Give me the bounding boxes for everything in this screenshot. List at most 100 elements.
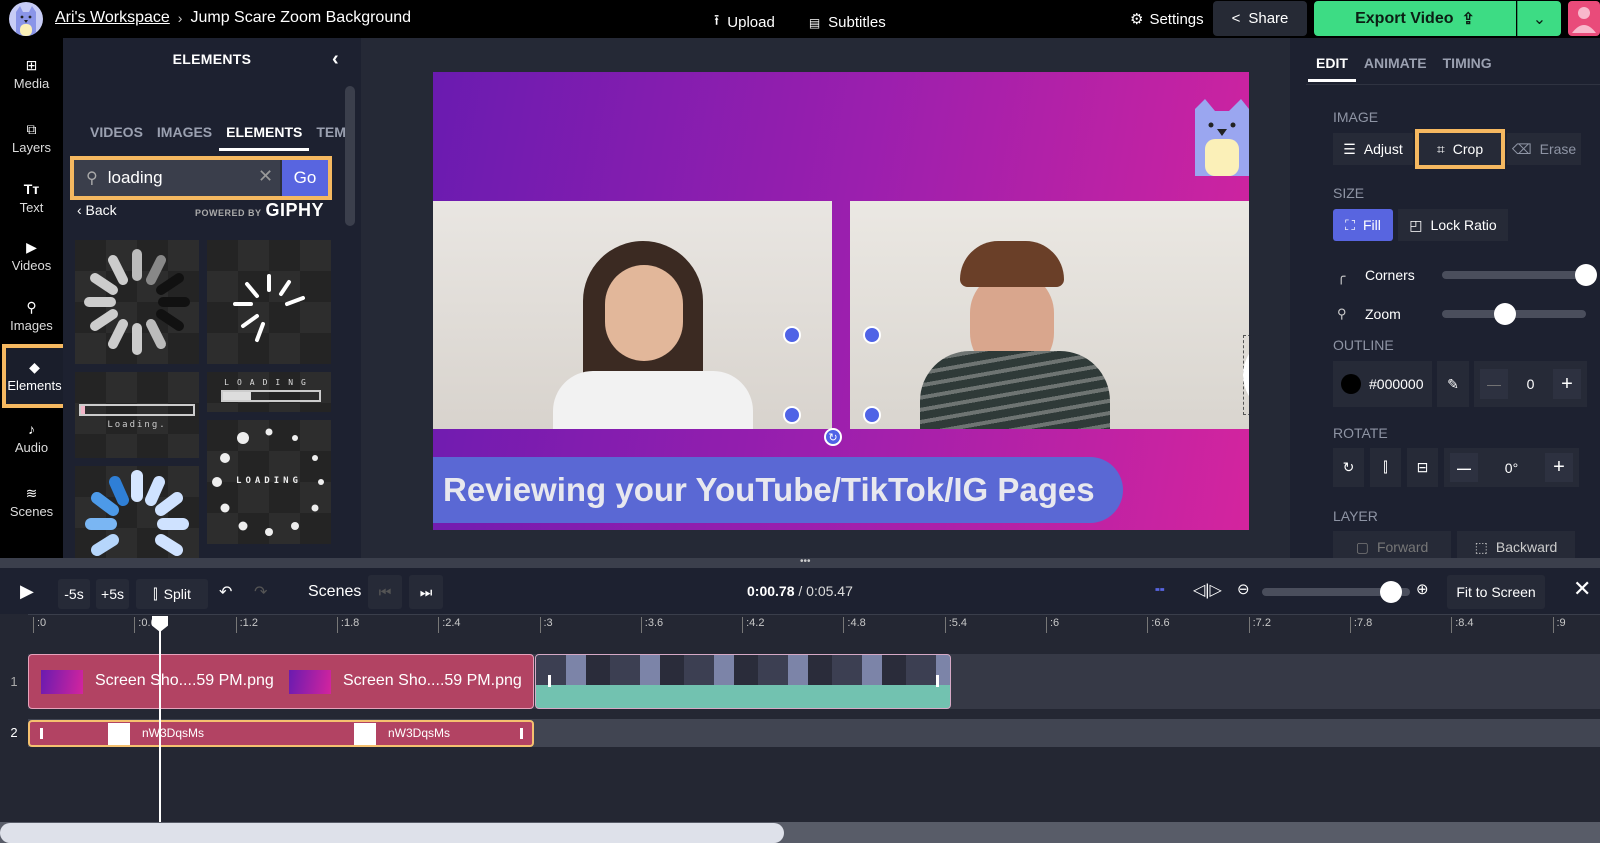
tab-images[interactable]: IMAGES bbox=[150, 124, 219, 151]
result-gray-spinner[interactable] bbox=[75, 240, 199, 364]
skip-back-5s-button[interactable]: -5s bbox=[58, 579, 90, 609]
result-loading-bar-white[interactable]: LOADING bbox=[207, 372, 331, 412]
nav-audio[interactable]: ♪ Audio bbox=[0, 410, 63, 466]
trim-handle-right[interactable] bbox=[936, 675, 939, 687]
tab-timing[interactable]: TIMING bbox=[1435, 55, 1500, 82]
split-view-toggle[interactable]: ◁|▷ bbox=[1193, 580, 1222, 600]
nav-images[interactable]: ⚲ Images bbox=[0, 288, 63, 344]
next-scene-button[interactable]: ⏭ bbox=[409, 575, 443, 609]
rotate-decrease-button[interactable]: — bbox=[1450, 453, 1478, 482]
image-clip[interactable]: Screen Sho....59 PM.png Screen Sho....59… bbox=[28, 654, 534, 709]
share-button[interactable]: < Share bbox=[1213, 1, 1307, 36]
tab-elements[interactable]: ELEMENTS bbox=[219, 124, 310, 151]
video-canvas[interactable]: Reviewing your YouTube/TikTok/IG Pages ↻ bbox=[433, 72, 1249, 530]
resize-handle-top-left[interactable] bbox=[783, 326, 801, 344]
scrollbar-thumb[interactable] bbox=[0, 823, 784, 843]
tab-videos[interactable]: VIDEOS bbox=[83, 124, 150, 151]
trim-handle-left[interactable] bbox=[40, 728, 43, 739]
prev-scene-button[interactable]: ⏮ bbox=[368, 575, 402, 609]
timeline-ruler[interactable]: :0:0.6:1.2:1.8:2.4:3:3.6:4.2:4.8:5.4:6:6… bbox=[28, 614, 1600, 636]
close-icon: ✕ bbox=[1573, 576, 1592, 601]
redo-icon: ↷ bbox=[254, 584, 268, 601]
nav-elements[interactable]: ◆ Elements bbox=[2, 344, 67, 408]
corners-slider[interactable] bbox=[1442, 271, 1586, 279]
nav-text[interactable]: Tт Text bbox=[0, 170, 63, 226]
panel-scrollbar[interactable] bbox=[345, 86, 355, 226]
eyedropper-button[interactable]: ✎ bbox=[1437, 361, 1469, 407]
zoom-in-button[interactable]: ⊕ bbox=[1416, 580, 1429, 598]
resize-handle-bottom-right[interactable] bbox=[863, 406, 881, 424]
close-timeline-button[interactable]: ✕ bbox=[1573, 576, 1591, 602]
user-avatar[interactable] bbox=[1568, 1, 1600, 36]
rotate-increase-button[interactable]: + bbox=[1545, 453, 1573, 482]
result-blue-spinner[interactable] bbox=[75, 466, 199, 566]
resize-handle-bottom-left[interactable] bbox=[783, 406, 801, 424]
outline-color-button[interactable]: #000000 bbox=[1333, 361, 1432, 407]
spinner-graphic bbox=[85, 470, 189, 556]
back-link[interactable]: ‹ Back bbox=[77, 202, 117, 218]
settings-button[interactable]: ⚙ Settings bbox=[1130, 10, 1204, 29]
timeline-zoom-knob[interactable] bbox=[1379, 581, 1402, 603]
flip-vertical-icon: ⊟ bbox=[1416, 459, 1429, 475]
search-field: ⚲ bbox=[74, 160, 280, 196]
rotate-handle[interactable]: ↻ bbox=[824, 428, 842, 446]
trim-handle-left[interactable] bbox=[548, 675, 551, 687]
adjust-button[interactable]: ☰ Adjust bbox=[1333, 133, 1413, 165]
nav-media[interactable]: ⊞ Media bbox=[0, 46, 63, 102]
zoom-out-button[interactable]: ⊖ bbox=[1237, 580, 1250, 598]
outline-decrease-button[interactable]: — bbox=[1480, 369, 1508, 399]
export-video-button[interactable]: Export Video ⇪ bbox=[1314, 1, 1516, 36]
corners-slider-knob[interactable] bbox=[1575, 264, 1597, 286]
timeline-resize-handle[interactable]: ••• bbox=[0, 557, 1600, 568]
fill-button[interactable]: ⛶ Fill bbox=[1333, 209, 1393, 241]
play-button[interactable]: ▶ bbox=[20, 581, 34, 602]
zoom-label: Zoom bbox=[1365, 306, 1401, 322]
tab-animate[interactable]: ANIMATE bbox=[1356, 55, 1435, 82]
resize-handle-top-right[interactable] bbox=[863, 326, 881, 344]
nav-layers[interactable]: ⧉ Layers bbox=[0, 110, 63, 166]
zoom-slider-knob[interactable] bbox=[1494, 303, 1517, 325]
timeline-scrollbar[interactable] bbox=[0, 822, 1600, 843]
caption-banner[interactable]: Reviewing your YouTube/TikTok/IG Pages bbox=[433, 457, 1123, 523]
video-clip[interactable] bbox=[535, 654, 951, 709]
result-dots-loading-circle[interactable]: LOADING bbox=[207, 420, 331, 544]
selected-loading-gif[interactable] bbox=[1243, 335, 1249, 415]
search-input[interactable] bbox=[107, 168, 238, 188]
upload-button[interactable]: ⭱ Upload bbox=[714, 10, 775, 35]
rotate-button[interactable]: ↻ bbox=[1333, 448, 1364, 487]
cat-logo[interactable] bbox=[1195, 99, 1249, 176]
snap-toggle[interactable]: ╍ bbox=[1155, 580, 1165, 600]
outline-increase-button[interactable]: + bbox=[1553, 369, 1581, 399]
subtitles-button[interactable]: ▤ Subtitles bbox=[809, 10, 886, 35]
nav-scenes[interactable]: ≋ Scenes bbox=[0, 474, 63, 530]
result-white-line-spinner[interactable] bbox=[207, 240, 331, 364]
flip-horizontal-button[interactable]: ⫿ bbox=[1370, 448, 1401, 487]
redo-button[interactable]: ↷ bbox=[254, 582, 267, 602]
gif-clip[interactable]: nW3DqsMs nW3DqsMs bbox=[28, 720, 534, 747]
result-loading-bar-pink[interactable]: Loading. bbox=[75, 372, 199, 458]
playhead[interactable] bbox=[152, 616, 168, 824]
project-title[interactable]: Jump Scare Zoom Background bbox=[190, 9, 411, 27]
workspace-link[interactable]: Ari's Workspace bbox=[55, 9, 170, 27]
skip-forward-5s-button[interactable]: +5s bbox=[96, 579, 129, 609]
webcam-left-video[interactable] bbox=[433, 201, 832, 429]
flip-vertical-button[interactable]: ⊟ bbox=[1407, 448, 1438, 487]
fit-to-screen-button[interactable]: Fit to Screen bbox=[1447, 575, 1545, 609]
erase-button[interactable]: ⌫ Erase bbox=[1507, 133, 1581, 165]
undo-button[interactable]: ↶ bbox=[219, 582, 232, 602]
export-dropdown-button[interactable]: ⌄ bbox=[1517, 1, 1561, 36]
lock-ratio-button[interactable]: ◰ Lock Ratio bbox=[1398, 209, 1508, 241]
clear-search-icon[interactable]: ✕ bbox=[258, 166, 273, 187]
media-icon: ⊞ bbox=[25, 57, 38, 73]
nav-videos[interactable]: ▶ Videos bbox=[0, 228, 63, 284]
crop-button[interactable]: ⌗ Crop bbox=[1415, 129, 1505, 169]
trim-handle-right[interactable] bbox=[520, 728, 523, 739]
split-button[interactable]: ⫿ Split bbox=[136, 579, 208, 609]
collapse-panel-button[interactable]: ‹ bbox=[332, 48, 339, 71]
tab-edit[interactable]: EDIT bbox=[1308, 55, 1356, 82]
ruler-tick: :7.8 bbox=[1349, 617, 1372, 633]
split-view-icon: ◁|▷ bbox=[1193, 582, 1222, 599]
workspace-avatar[interactable] bbox=[9, 2, 43, 36]
webcam-right-video[interactable] bbox=[850, 201, 1249, 429]
go-button[interactable]: Go bbox=[282, 160, 328, 196]
